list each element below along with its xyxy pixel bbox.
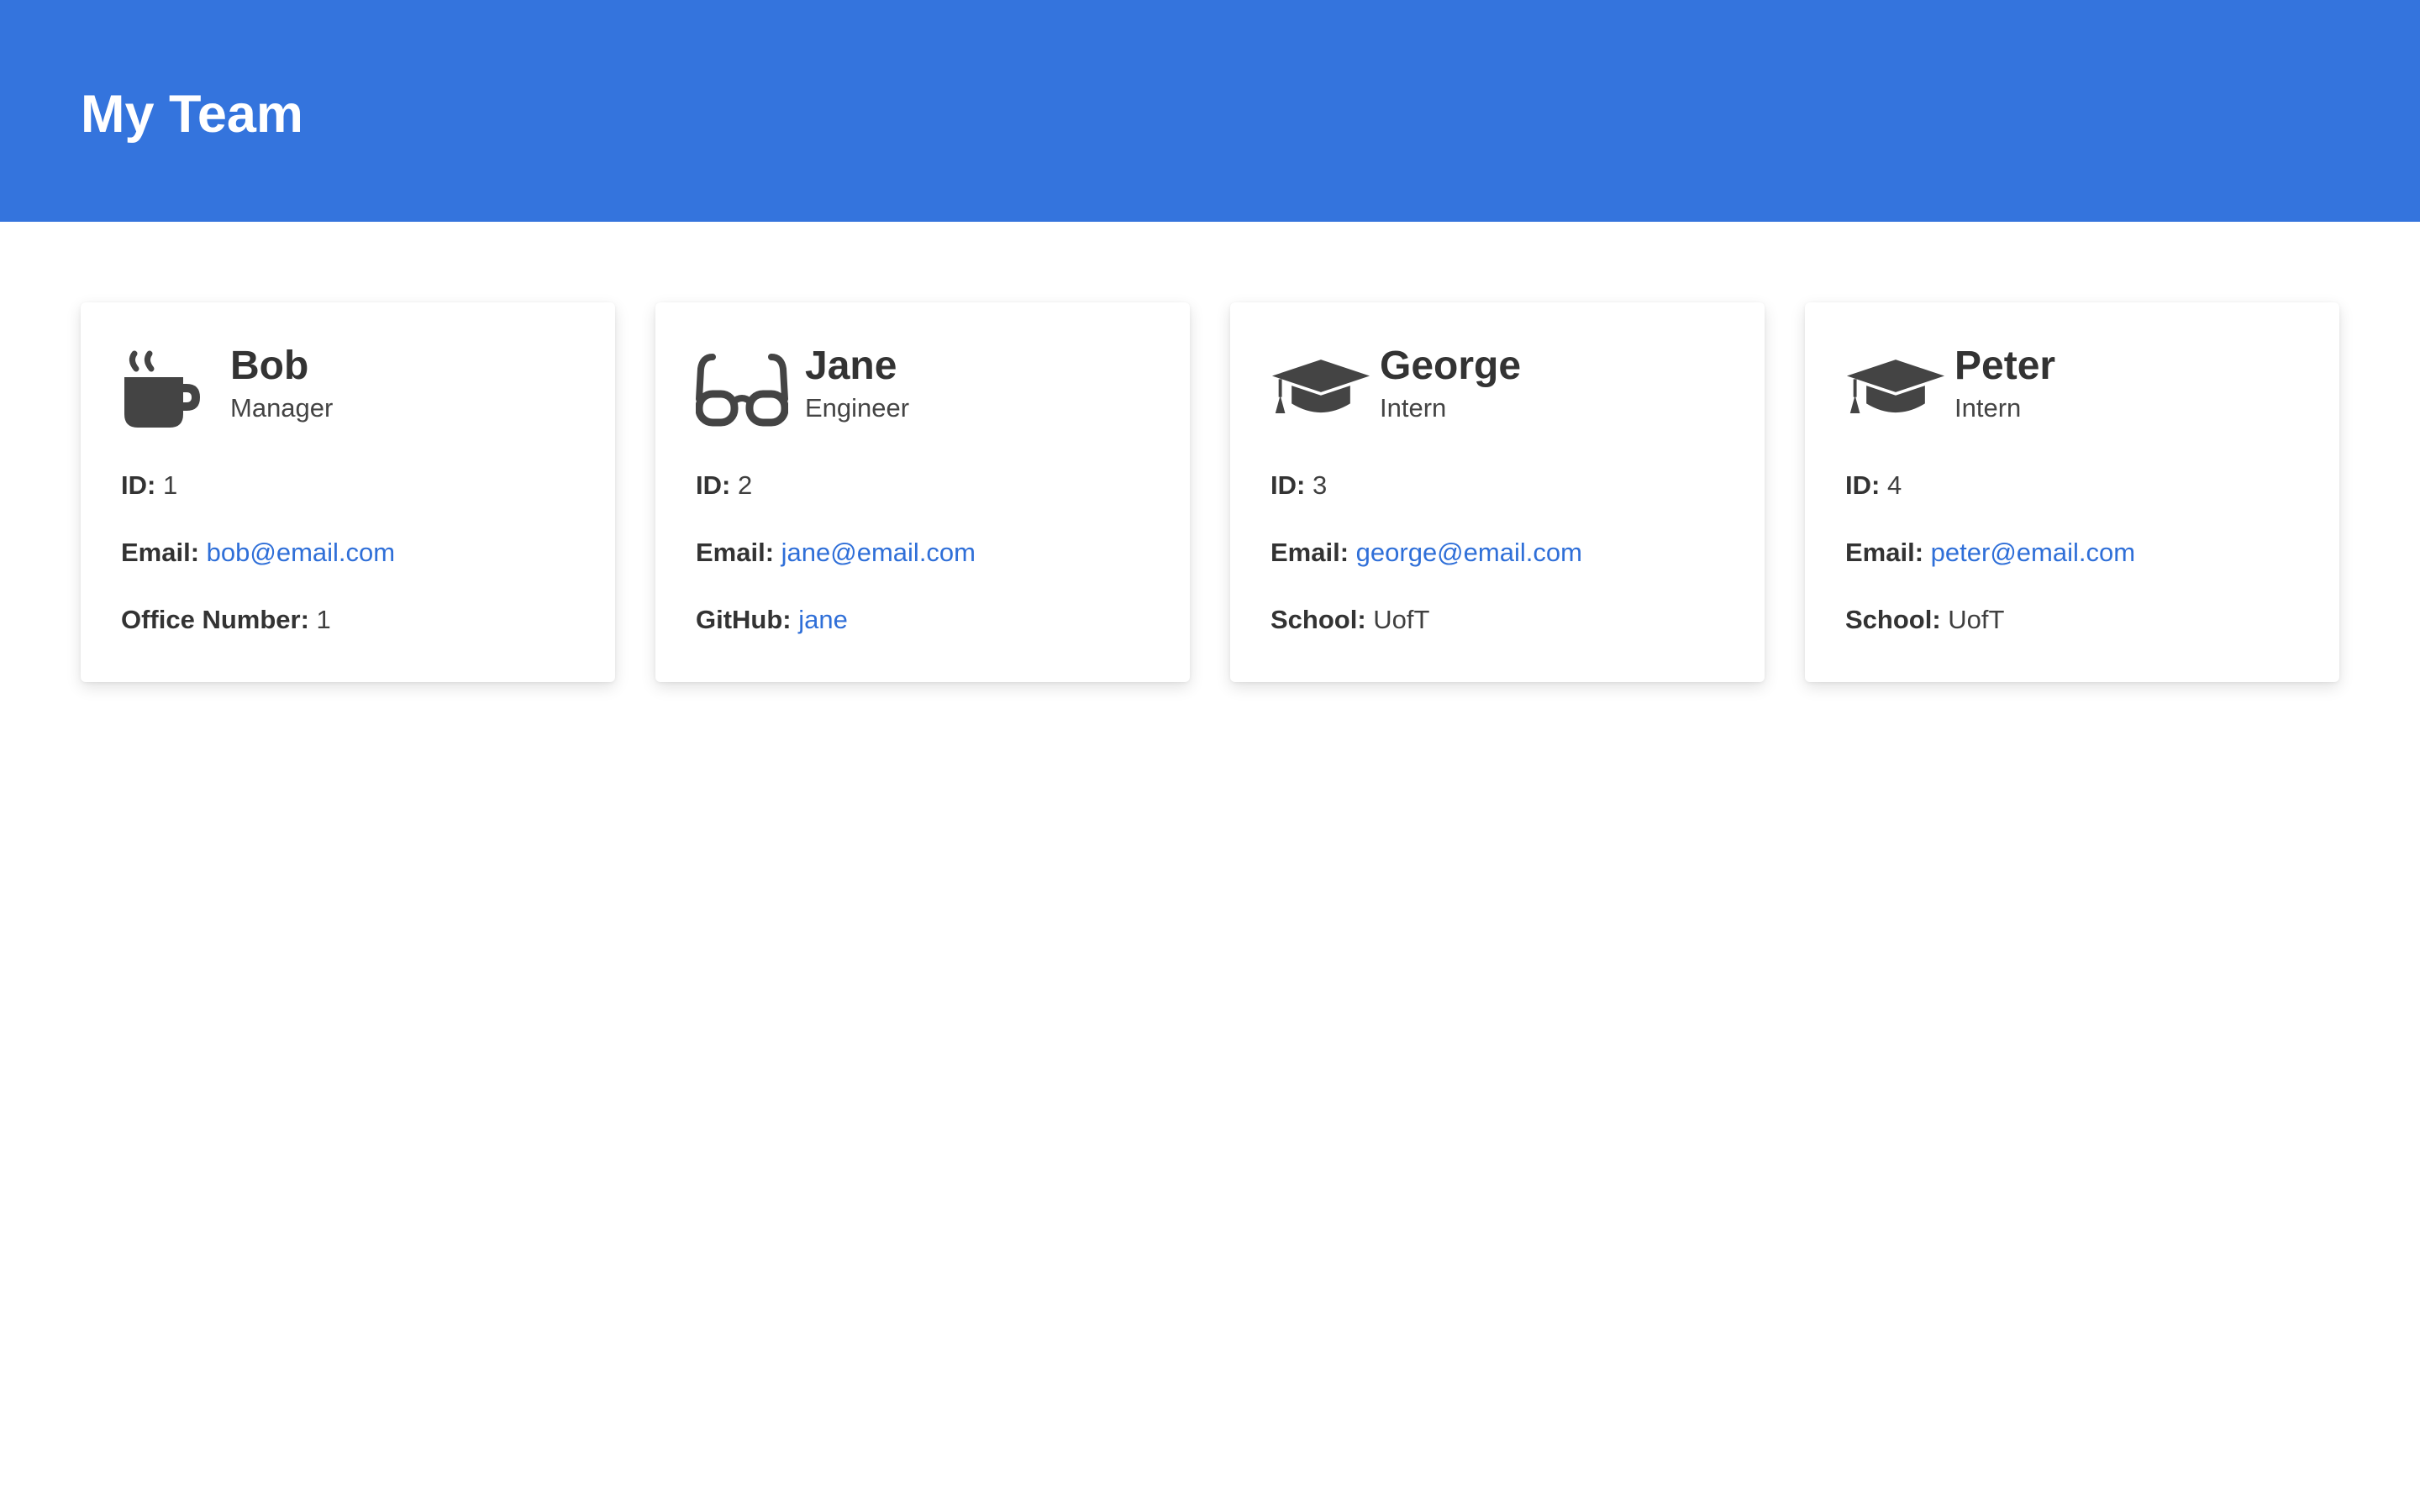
school-label: School: xyxy=(1845,605,1941,634)
email-label: Email: xyxy=(121,538,200,567)
employee-card: Peter Intern ID: 4 Email: peter@email.co… xyxy=(1805,302,2339,682)
employee-school: School: UofT xyxy=(1270,603,1724,637)
email-link[interactable]: george@email.com xyxy=(1356,538,1582,567)
card-header: Jane Engineer xyxy=(696,343,1150,435)
id-label: ID: xyxy=(1270,470,1306,500)
glasses-icon xyxy=(696,343,797,435)
school-value: UofT xyxy=(1948,605,2005,634)
card-names: Jane Engineer xyxy=(805,343,909,425)
employee-card: George Intern ID: 3 Email: george@email.… xyxy=(1230,302,1765,682)
github-label: GitHub: xyxy=(696,605,792,634)
employee-email: Email: bob@email.com xyxy=(121,536,575,570)
id-value: 1 xyxy=(162,470,178,500)
github-link[interactable]: jane xyxy=(798,605,848,634)
office-number-label: Office Number: xyxy=(121,605,309,634)
card-names: Bob Manager xyxy=(230,343,333,425)
graduation-cap-icon xyxy=(1845,343,1946,435)
office-number-value: 1 xyxy=(316,605,331,634)
employee-school: School: UofT xyxy=(1845,603,2299,637)
id-value: 4 xyxy=(1886,470,1902,500)
employee-id: ID: 4 xyxy=(1845,469,2299,502)
employee-name: Jane xyxy=(805,344,897,388)
employee-name: Bob xyxy=(230,344,309,388)
employee-card: Jane Engineer ID: 2 Email: jane@email.co… xyxy=(655,302,1190,682)
employee-role: Engineer xyxy=(805,393,910,423)
employee-email: Email: george@email.com xyxy=(1270,536,1724,570)
employee-name: George xyxy=(1380,344,1522,388)
employee-id: ID: 3 xyxy=(1270,469,1724,502)
employee-role: Intern xyxy=(1954,393,2022,423)
page-title: My Team xyxy=(81,85,303,144)
employee-name: Peter xyxy=(1954,344,2056,388)
school-label: School: xyxy=(1270,605,1366,634)
school-value: UofT xyxy=(1373,605,1430,634)
id-label: ID: xyxy=(121,470,156,500)
employee-email: Email: jane@email.com xyxy=(696,536,1150,570)
card-header: Peter Intern xyxy=(1845,343,2299,435)
employee-id: ID: 1 xyxy=(121,469,575,502)
page-header: My Team xyxy=(0,0,2420,222)
coffee-mug-icon xyxy=(121,343,222,435)
team-cards: Bob Manager ID: 1 Email: bob@email.com O… xyxy=(81,302,2339,682)
employee-role: Manager xyxy=(230,393,334,423)
employee-card: Bob Manager ID: 1 Email: bob@email.com O… xyxy=(81,302,615,682)
email-link[interactable]: peter@email.com xyxy=(1931,538,2135,567)
graduation-cap-icon xyxy=(1270,343,1371,435)
employee-office-number: Office Number: 1 xyxy=(121,603,575,637)
employee-github: GitHub: jane xyxy=(696,603,1150,637)
email-label: Email: xyxy=(1845,538,1924,567)
employee-email: Email: peter@email.com xyxy=(1845,536,2299,570)
card-names: George Intern xyxy=(1380,343,1521,425)
card-header: George Intern xyxy=(1270,343,1724,435)
card-header: Bob Manager xyxy=(121,343,575,435)
id-label: ID: xyxy=(696,470,731,500)
email-link[interactable]: bob@email.com xyxy=(207,538,395,567)
id-value: 3 xyxy=(1312,470,1328,500)
employee-id: ID: 2 xyxy=(696,469,1150,502)
employee-role: Intern xyxy=(1380,393,1447,423)
id-label: ID: xyxy=(1845,470,1881,500)
card-names: Peter Intern xyxy=(1954,343,2055,425)
email-label: Email: xyxy=(696,538,775,567)
id-value: 2 xyxy=(737,470,753,500)
email-link[interactable]: jane@email.com xyxy=(781,538,976,567)
email-label: Email: xyxy=(1270,538,1349,567)
